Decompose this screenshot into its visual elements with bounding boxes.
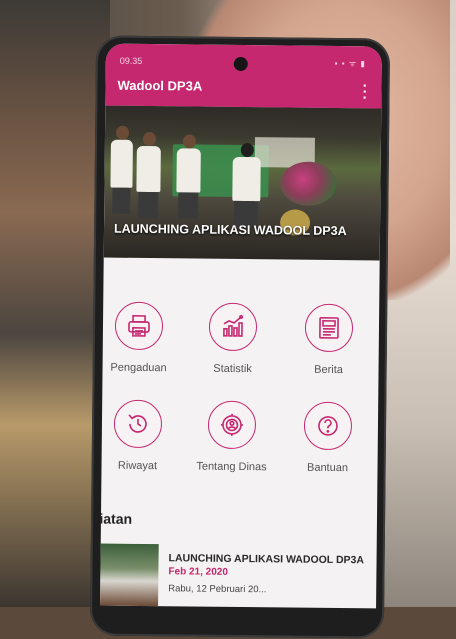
person-figure	[232, 157, 260, 201]
app-title: Wadool DP3A	[117, 78, 202, 94]
chart-icon	[209, 303, 258, 352]
menu-item-bantuan[interactable]: Bantuan	[281, 401, 374, 474]
gear-person-icon	[208, 401, 257, 450]
phone-screen: 09.35 ▪ ▪ ᯤ ▮ Wadool DP3A ··· LAUNCHING …	[100, 44, 382, 609]
menu-label: Riwayat	[100, 459, 184, 472]
section-title-kegiatan: Kegiatan	[100, 510, 132, 527]
menu-item-statistik[interactable]: Statistik	[186, 302, 279, 375]
person-figure	[110, 140, 133, 188]
status-time: 09.35	[120, 56, 143, 66]
menu-item-berita[interactable]: Berita	[282, 303, 375, 376]
person-figure	[176, 148, 200, 192]
menu-label: Berita	[282, 363, 374, 376]
overflow-menu-icon[interactable]: ···	[363, 82, 368, 100]
front-camera	[234, 57, 248, 71]
menu-label: Pengaduan	[100, 361, 185, 374]
newspaper-icon	[305, 304, 354, 353]
banner-image[interactable]: LAUNCHING APLIKASI WADOOL DP3A	[104, 106, 382, 261]
menu-item-riwayat[interactable]: Riwayat	[100, 399, 184, 472]
menu-label: Statistik	[186, 362, 278, 375]
news-date: Feb 21, 2020	[168, 566, 228, 578]
history-icon	[114, 400, 163, 449]
banner-caption: LAUNCHING APLIKASI WADOOL DP3A	[114, 222, 347, 238]
menu-label: Bantuan	[281, 461, 373, 474]
flower-arrangement	[280, 161, 336, 206]
menu-label: Tentang Dinas	[185, 460, 277, 473]
menu-item-pengaduan[interactable]: Pengaduan	[100, 301, 185, 374]
help-icon	[304, 402, 353, 451]
news-title[interactable]: LAUNCHING APLIKASI WADOOL DP3A	[169, 552, 365, 566]
status-icons: ▪ ▪ ᯤ ▮	[335, 58, 366, 69]
printer-icon	[115, 302, 164, 351]
app-bar: 09.35 ▪ ▪ ᯤ ▮ Wadool DP3A ···	[105, 44, 382, 109]
news-thumbnail[interactable]	[100, 543, 159, 606]
news-subtitle: Rabu, 12 Pebruari 20...	[168, 583, 266, 595]
person-figure	[136, 146, 160, 192]
menu-item-tentang-dinas[interactable]: Tentang Dinas	[185, 400, 278, 473]
